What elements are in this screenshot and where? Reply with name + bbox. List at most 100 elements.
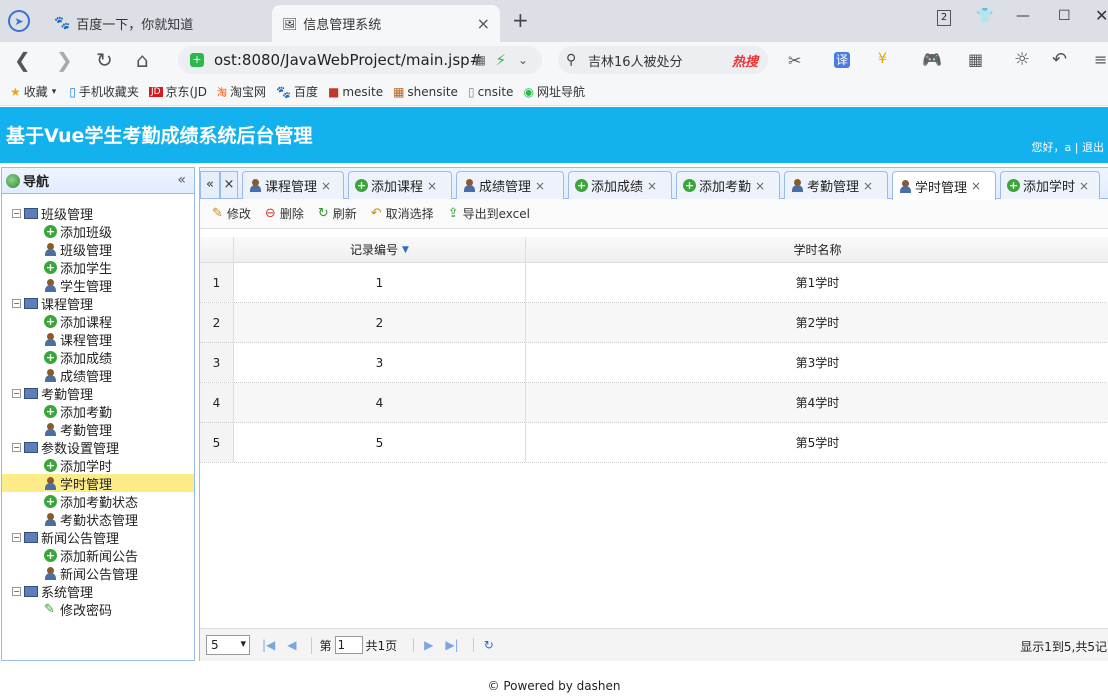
close-tab-icon[interactable]: × bbox=[427, 179, 437, 193]
column-header-name[interactable]: 学时名称 bbox=[526, 237, 1108, 262]
last-page-icon[interactable]: ▶| bbox=[445, 638, 458, 652]
coupon-icon[interactable]: ¥ bbox=[878, 51, 887, 67]
export-excel-button[interactable]: ⇪ 导出到excel bbox=[448, 205, 530, 222]
user-greeting[interactable]: 您好，a | 退出 bbox=[1032, 139, 1104, 155]
close-tab-icon[interactable]: × bbox=[1079, 179, 1089, 193]
tab-item[interactable]: + 添加课程 × bbox=[348, 171, 452, 199]
new-tab-icon[interactable]: + bbox=[512, 8, 529, 32]
translate-icon[interactable]: 译 bbox=[834, 52, 850, 68]
page-number-input[interactable]: 1 bbox=[334, 636, 363, 654]
close-tab-icon[interactable]: × bbox=[755, 179, 765, 193]
game-icon[interactable]: 🎮 bbox=[922, 50, 942, 69]
qr-icon[interactable]: ▦ bbox=[475, 53, 486, 67]
collapse-toggle-icon[interactable]: − bbox=[12, 442, 21, 452]
nav-group[interactable]: − 参数设置管理 bbox=[2, 438, 194, 457]
nav-item[interactable]: + 添加学时 bbox=[2, 456, 194, 475]
chevron-down-icon[interactable]: ⌄ bbox=[518, 53, 528, 67]
nav-item[interactable]: + 添加学生 bbox=[2, 258, 194, 277]
nav-item[interactable]: + 添加考勤状态 bbox=[2, 492, 194, 511]
table-row[interactable]: 4 4 第4学时 bbox=[200, 383, 1108, 423]
nav-item[interactable]: + 添加新闻公告 bbox=[2, 546, 194, 565]
lightning-icon[interactable]: ⚡ bbox=[495, 51, 506, 69]
tab-count-badge[interactable]: 2 bbox=[937, 10, 951, 26]
refresh-button[interactable]: ↻ 刷新 bbox=[318, 205, 357, 222]
bookmark-mesite[interactable]: ■ mesite bbox=[328, 85, 383, 99]
collapse-toggle-icon[interactable]: − bbox=[12, 532, 21, 542]
tab-item[interactable]: + 添加成绩 × bbox=[568, 171, 672, 199]
nav-item[interactable]: + 添加课程 bbox=[2, 312, 194, 331]
nav-group[interactable]: − 考勤管理 bbox=[2, 384, 194, 403]
tab-active[interactable]: 学时管理 × bbox=[892, 171, 996, 200]
nav-item[interactable]: 新闻公告管理 bbox=[2, 564, 194, 583]
nav-item[interactable]: ✎ 修改密码 bbox=[2, 600, 194, 619]
cancel-selection-button[interactable]: ↶ 取消选择 bbox=[371, 205, 434, 222]
bookmark-nav[interactable]: ◉ 网址导航 bbox=[523, 83, 585, 100]
brightness-icon[interactable]: ☼ bbox=[1014, 49, 1030, 70]
bookmark-cnsite[interactable]: ▯ cnsite bbox=[468, 85, 514, 99]
shirt-icon[interactable]: 👕 bbox=[976, 8, 993, 24]
table-row[interactable]: 2 2 第2学时 bbox=[200, 303, 1108, 343]
column-header-id[interactable]: 记录编号 ▼ bbox=[234, 237, 526, 262]
collapse-icon[interactable]: « bbox=[177, 172, 186, 188]
apps-grid-icon[interactable]: ▦ bbox=[968, 50, 983, 69]
close-tab-icon[interactable]: × bbox=[863, 179, 873, 193]
table-row[interactable]: 1 1 第1学时 bbox=[200, 263, 1108, 303]
collapse-toggle-icon[interactable]: − bbox=[12, 586, 21, 596]
menu-icon[interactable]: ≡ bbox=[1094, 50, 1107, 69]
next-page-icon[interactable]: ▶ bbox=[413, 638, 433, 652]
nav-item[interactable]: 班级管理 bbox=[2, 240, 194, 259]
tab-item[interactable]: + 添加学时 × bbox=[1000, 171, 1100, 199]
bookmark-mobile[interactable]: ▯ 手机收藏夹 bbox=[69, 83, 139, 100]
nav-group[interactable]: − 系统管理 bbox=[2, 582, 194, 601]
edit-button[interactable]: ✎ 修改 bbox=[212, 205, 251, 222]
nav-item[interactable]: 考勤管理 bbox=[2, 420, 194, 439]
close-window-icon[interactable]: ✕ bbox=[1095, 6, 1108, 25]
close-tab-icon[interactable]: × bbox=[647, 179, 657, 193]
browser-tab-baidu[interactable]: 🐾 百度一下，你就知道 bbox=[44, 5, 270, 42]
nav-item[interactable]: 学生管理 bbox=[2, 276, 194, 295]
browser-logo-icon[interactable]: ➤ bbox=[8, 10, 30, 32]
table-row[interactable]: 5 5 第5学时 bbox=[200, 423, 1108, 463]
nav-item[interactable]: + 添加班级 bbox=[2, 222, 194, 241]
search-input[interactable]: ⚲ 吉林16人被处分 热搜 bbox=[558, 46, 768, 74]
reload-grid-icon[interactable]: ↻ bbox=[472, 638, 494, 652]
nav-item[interactable]: + 添加考勤 bbox=[2, 402, 194, 421]
undo-icon[interactable]: ↶ bbox=[1052, 49, 1067, 70]
nav-item[interactable]: 成绩管理 bbox=[2, 366, 194, 385]
hot-search-badge[interactable]: 热搜 bbox=[732, 51, 758, 70]
collapse-toggle-icon[interactable]: − bbox=[12, 298, 21, 308]
bookmark-shensite[interactable]: ▦ shensite bbox=[393, 85, 458, 99]
nav-group[interactable]: − 新闻公告管理 bbox=[2, 528, 194, 547]
scissors-icon[interactable]: ✂ bbox=[788, 51, 801, 70]
nav-group[interactable]: − 课程管理 bbox=[2, 294, 194, 313]
first-page-icon[interactable]: |◀ bbox=[262, 638, 275, 652]
url-field[interactable]: + ost:8080/JavaWebProject/main.jsp# ▦ ⚡ … bbox=[178, 46, 542, 74]
close-tab-icon[interactable]: × bbox=[477, 14, 490, 33]
nav-group[interactable]: − 班级管理 bbox=[2, 204, 194, 223]
prev-page-icon[interactable]: ◀ bbox=[287, 638, 296, 652]
forward-icon[interactable]: ❯ bbox=[56, 48, 73, 72]
nav-item[interactable]: + 添加成绩 bbox=[2, 348, 194, 367]
tab-item[interactable]: + 添加考勤 × bbox=[676, 171, 780, 199]
minimize-icon[interactable]: — bbox=[1016, 8, 1030, 24]
home-icon[interactable]: ⌂ bbox=[136, 48, 149, 72]
tab-item[interactable]: 成绩管理 × bbox=[456, 171, 564, 199]
table-row[interactable]: 3 3 第3学时 bbox=[200, 343, 1108, 383]
maximize-icon[interactable]: ☐ bbox=[1058, 8, 1071, 24]
collapse-toggle-icon[interactable]: − bbox=[12, 208, 21, 218]
bookmark-jd[interactable]: JD 京东(JD bbox=[148, 83, 207, 100]
browser-tab-active[interactable]: 🖼 信息管理系统 × bbox=[272, 5, 500, 42]
bookmark-favorites[interactable]: ★ 收藏 ▾ bbox=[10, 83, 59, 100]
collapse-toggle-icon[interactable]: − bbox=[12, 388, 21, 398]
bookmark-taobao[interactable]: 淘淘宝网 bbox=[217, 83, 266, 100]
close-all-tabs-icon[interactable]: × bbox=[220, 171, 238, 199]
nav-item[interactable]: 考勤状态管理 bbox=[2, 510, 194, 529]
tab-scroll-left-icon[interactable]: « bbox=[200, 171, 220, 199]
page-size-select[interactable]: 5 bbox=[206, 635, 250, 655]
reload-icon[interactable]: ↻ bbox=[96, 48, 113, 72]
tab-item[interactable]: 课程管理 × bbox=[242, 171, 344, 199]
back-icon[interactable]: ❮ bbox=[14, 48, 31, 72]
close-tab-icon[interactable]: × bbox=[321, 179, 331, 193]
nav-item[interactable]: 课程管理 bbox=[2, 330, 194, 349]
delete-button[interactable]: ⊖ 删除 bbox=[265, 205, 304, 222]
